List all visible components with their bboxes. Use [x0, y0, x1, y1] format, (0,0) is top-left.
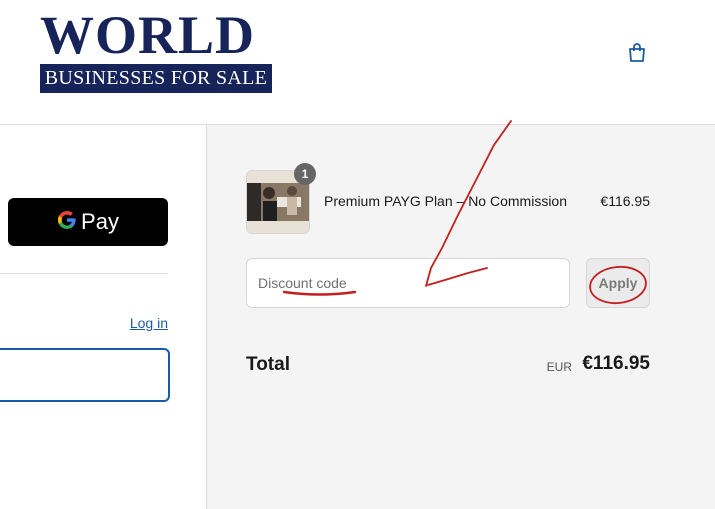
google-pay-label: Pay [81, 209, 119, 234]
shopping-bag-icon[interactable] [626, 42, 648, 64]
google-pay-button[interactable]: Pay [8, 198, 168, 246]
brand-logo[interactable]: WORLD BUSINESSES FOR SALE [40, 5, 272, 93]
discount-code-input[interactable] [246, 258, 570, 308]
order-summary: 1 Premium PAYG Plan – No Commission €116… [206, 125, 715, 509]
product-price: €116.95 [600, 193, 650, 209]
total-currency: EUR [546, 360, 572, 374]
section-divider [0, 273, 168, 274]
email-field[interactable] [0, 348, 170, 402]
apply-discount-button[interactable]: Apply [586, 258, 650, 308]
total-amount: €116.95 [582, 353, 650, 374]
total-label: Total [246, 354, 290, 375]
logo-subtitle: BUSINESSES FOR SALE [40, 64, 272, 93]
google-g-icon [57, 210, 77, 235]
login-link[interactable]: Log in [130, 315, 168, 331]
quantity-badge: 1 [294, 163, 316, 185]
logo-title: WORLD [40, 5, 256, 65]
product-name: Premium PAYG Plan – No Commission [324, 193, 567, 209]
checkout-main: Pay Log in [0, 125, 206, 509]
site-header: WORLD BUSINESSES FOR SALE [0, 0, 715, 125]
